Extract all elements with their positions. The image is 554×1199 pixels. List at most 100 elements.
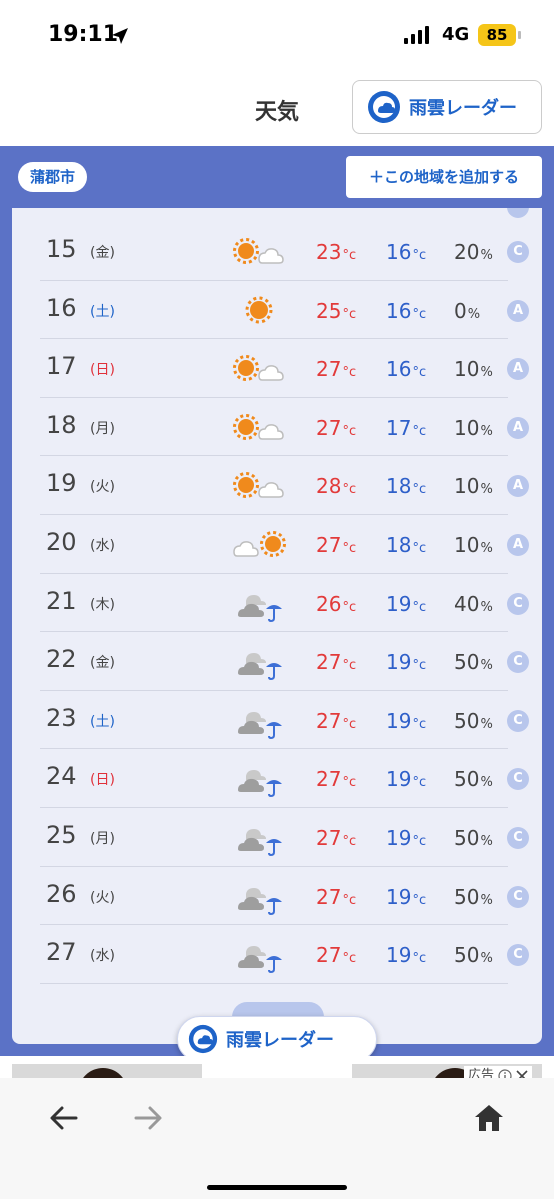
radar-icon bbox=[188, 1024, 218, 1054]
high-temp: 25°c bbox=[316, 298, 357, 323]
battery-indicator: 85 bbox=[478, 24, 516, 46]
forecast-date: 21 bbox=[46, 586, 77, 615]
high-temp: 27°c bbox=[316, 533, 357, 557]
low-temp: 16°c bbox=[386, 240, 427, 264]
rain-radar-button[interactable]: 雨雲レーダー bbox=[352, 80, 542, 134]
forecast-row: 26 (火) 27°c 19°c 50% C bbox=[40, 867, 529, 926]
forecast-weekday: (火) bbox=[90, 889, 115, 906]
reliability-badge: A bbox=[507, 534, 529, 556]
rain-radar-label: 雨雲レーダー bbox=[409, 98, 517, 119]
reliability-badge: A bbox=[507, 475, 529, 498]
precip-chance: 50% bbox=[454, 826, 493, 850]
add-area-button[interactable]: ＋この地域を追加する bbox=[346, 156, 542, 198]
low-temp: 19°c bbox=[386, 767, 427, 792]
forecast-date: 15 bbox=[46, 235, 77, 263]
forecast-date: 17 bbox=[46, 352, 77, 381]
back-arrow-icon[interactable] bbox=[48, 1102, 80, 1134]
precip-chance: 20% bbox=[454, 240, 493, 264]
forecast-row: 18 (月) 27°c 17°c 10% A bbox=[40, 398, 529, 457]
reliability-badge: C bbox=[507, 241, 529, 263]
high-temp: 27°c bbox=[316, 767, 357, 792]
high-temp: 27°c bbox=[316, 708, 357, 733]
forecast-row: 21 (木) 26°c 19°c 40% C bbox=[40, 574, 529, 633]
low-temp: 19°c bbox=[386, 591, 427, 616]
app-header: 天気 雨雲レーダー bbox=[0, 72, 554, 146]
forecast-card: 15 (金) 23°c 16°c 20% C 16 (土) 25°c 16°c 0% A 17 (日) 27… bbox=[12, 208, 542, 1044]
city-badge[interactable]: 蒲郡市 bbox=[18, 162, 88, 192]
floating-rain-radar-label: 雨雲レーダー bbox=[226, 1030, 334, 1051]
forecast-date: 22 bbox=[46, 645, 77, 674]
precip-chance: 50% bbox=[454, 884, 493, 909]
forecast-row: 20 (水) 27°c 18°c 10% A bbox=[40, 515, 529, 574]
forecast-date: 25 bbox=[46, 821, 77, 849]
forecast-date: 19 bbox=[46, 469, 77, 498]
low-temp: 17°c bbox=[386, 415, 427, 440]
forecast-weekday: (水) bbox=[90, 538, 115, 554]
weather-panel: 蒲郡市 ＋この地域を追加する 15 (金) 23°c 16°c 20% C 16 (土) 25°… bbox=[0, 146, 554, 1056]
sun-cloud-icon bbox=[233, 355, 284, 382]
battery-tip bbox=[518, 31, 521, 39]
reliability-badge: C bbox=[507, 885, 529, 908]
forward-arrow-icon[interactable] bbox=[132, 1102, 164, 1134]
high-temp: 27°c bbox=[316, 357, 357, 382]
forecast-row: 25 (月) 27°c 19°c 50% C bbox=[40, 808, 529, 867]
cellular-signal-icon bbox=[404, 26, 429, 44]
low-temp: 19°c bbox=[386, 826, 427, 850]
cloud-sun-icon bbox=[233, 531, 286, 557]
forecast-weekday: (土) bbox=[90, 713, 115, 730]
forecast-weekday: (月) bbox=[90, 420, 115, 437]
low-temp: 18°c bbox=[386, 474, 427, 499]
forecast-date: 26 bbox=[46, 879, 77, 908]
status-time: 19:11 bbox=[48, 22, 119, 47]
forecast-weekday: (木) bbox=[90, 596, 115, 613]
forecast-date: 18 bbox=[46, 410, 77, 439]
sun-cloud-icon bbox=[233, 238, 284, 264]
precip-chance: 50% bbox=[454, 767, 493, 792]
high-temp: 26°c bbox=[316, 591, 357, 616]
forecast-weekday: (金) bbox=[90, 655, 115, 672]
forecast-weekday: (水) bbox=[90, 948, 115, 965]
reliability-badge: A bbox=[507, 358, 529, 381]
cloud-rain-icon bbox=[238, 946, 282, 974]
forecast-date: 27 bbox=[46, 938, 77, 967]
forecast-row: 15 (金) 23°c 16°c 20% C bbox=[40, 222, 529, 281]
reliability-badge: C bbox=[507, 944, 529, 967]
sun-icon bbox=[245, 296, 273, 324]
forecast-weekday: (金) bbox=[90, 245, 115, 261]
high-temp: 27°c bbox=[316, 943, 357, 968]
reliability-badge: C bbox=[507, 768, 529, 791]
partial-weather-icon bbox=[234, 208, 294, 214]
status-bar: 19:11 4G 85 bbox=[0, 0, 554, 72]
forecast-date: 23 bbox=[46, 703, 77, 732]
low-temp: 18°c bbox=[386, 533, 427, 557]
cloud-rain-icon bbox=[238, 711, 282, 739]
high-temp: 27°c bbox=[316, 650, 357, 675]
precip-chance: 10% bbox=[454, 357, 493, 382]
precip-chance: 10% bbox=[454, 533, 493, 557]
forecast-weekday: (月) bbox=[90, 831, 115, 847]
forecast-row: 16 (土) 25°c 16°c 0% A bbox=[40, 281, 529, 340]
forecast-row: 27 (水) 27°c 19°c 50% C bbox=[40, 925, 529, 984]
cloud-rain-icon bbox=[238, 770, 282, 798]
high-temp: 27°c bbox=[316, 884, 357, 909]
forecast-row: 19 (火) 28°c 18°c 10% A bbox=[40, 456, 529, 515]
reliability-badge: C bbox=[507, 592, 529, 615]
network-type: 4G bbox=[442, 24, 470, 45]
forecast-row: 23 (土) 27°c 19°c 50% C bbox=[40, 691, 529, 750]
low-temp: 19°c bbox=[386, 884, 427, 909]
browser-toolbar bbox=[0, 1078, 554, 1199]
cloud-rain-icon bbox=[238, 653, 282, 681]
reliability-badge: C bbox=[507, 651, 529, 674]
radar-icon bbox=[368, 91, 400, 123]
reliability-badge: C bbox=[507, 709, 529, 732]
low-temp: 19°c bbox=[386, 943, 427, 968]
home-icon[interactable] bbox=[472, 1102, 506, 1134]
precip-chance: 10% bbox=[454, 474, 493, 499]
forecast-row: 22 (金) 27°c 19°c 50% C bbox=[40, 632, 529, 691]
forecast-date: 24 bbox=[46, 762, 77, 791]
forecast-weekday: (火) bbox=[90, 479, 115, 496]
low-temp: 19°c bbox=[386, 650, 427, 675]
low-temp: 16°c bbox=[386, 357, 427, 382]
precip-chance: 40% bbox=[454, 591, 493, 616]
forecast-weekday: (土) bbox=[90, 303, 115, 320]
